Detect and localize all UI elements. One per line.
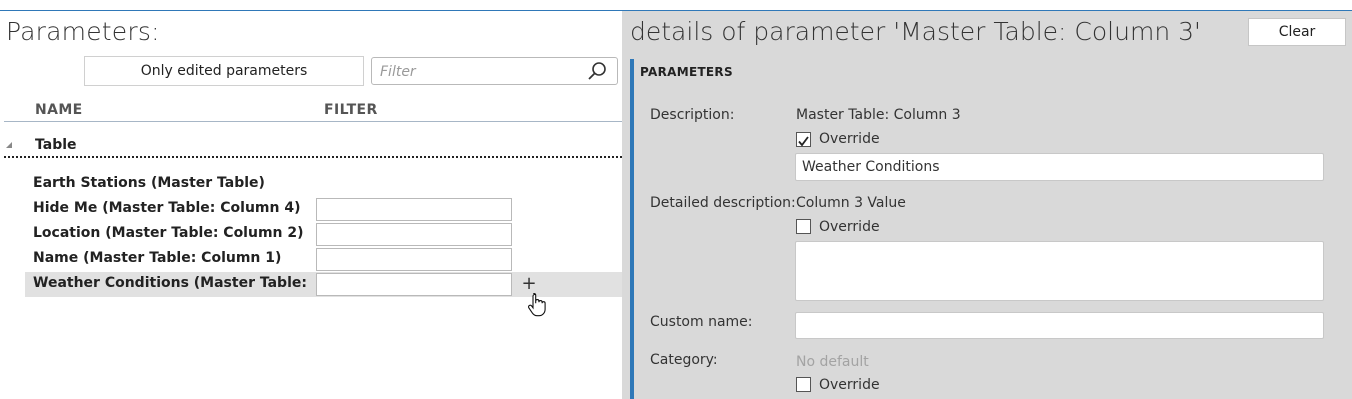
description-value: Master Table: Column 3	[796, 107, 961, 123]
parameter-row[interactable]: Location (Master Table: Column 2)	[25, 222, 622, 247]
custom-name-label: Custom name:	[650, 314, 753, 330]
custom-name-input[interactable]	[795, 312, 1324, 339]
hand-cursor-icon	[528, 292, 546, 317]
detailed-description-value: Column 3 Value	[796, 195, 906, 211]
details-title: details of parameter 'Master Table: Colu…	[630, 17, 1201, 46]
checkmark-icon	[798, 136, 809, 147]
filter-input[interactable]	[372, 58, 592, 86]
parameter-name: Weather Conditions (Master Table: Column…	[33, 275, 308, 291]
category-label: Category:	[650, 352, 718, 368]
category-override-checkbox[interactable]	[796, 377, 811, 392]
parameter-row[interactable]: Earth Stations (Master Table)	[25, 172, 622, 197]
description-label: Description:	[650, 107, 735, 123]
parameter-filter-input[interactable]	[316, 248, 512, 271]
parameter-name: Name (Master Table: Column 1)	[33, 250, 282, 266]
section-accent-bar	[630, 59, 634, 399]
header-divider	[4, 121, 622, 122]
column-header-name[interactable]: NAME	[35, 102, 83, 118]
detailed-description-override-checkbox[interactable]	[796, 219, 811, 234]
parameter-filter-input[interactable]	[316, 273, 512, 296]
group-header-table[interactable]: Table	[35, 137, 77, 153]
only-edited-parameters-button[interactable]: Only edited parameters	[84, 56, 364, 86]
detailed-description-label: Detailed description:	[650, 195, 796, 211]
detailed-description-textarea[interactable]	[795, 241, 1324, 301]
section-title-parameters: PARAMETERS	[640, 65, 733, 79]
group-divider	[4, 156, 622, 158]
parameter-filter-input[interactable]	[316, 223, 512, 246]
column-header-filter[interactable]: FILTER	[324, 102, 378, 118]
parameter-filter-input[interactable]	[316, 198, 512, 221]
parameter-row[interactable]: Hide Me (Master Table: Column 4)	[25, 197, 622, 222]
detailed-description-override-label[interactable]: Override	[819, 219, 880, 235]
search-icon[interactable]	[587, 61, 607, 81]
parameters-title: Parameters:	[6, 17, 160, 46]
description-override-label[interactable]: Override	[819, 131, 880, 147]
description-input[interactable]: Weather Conditions	[795, 153, 1324, 181]
category-value: No default	[796, 354, 869, 370]
parameter-name: Earth Stations (Master Table)	[33, 175, 265, 191]
clear-button[interactable]: Clear	[1248, 18, 1346, 46]
description-override-checkbox[interactable]	[796, 132, 811, 147]
parameters-list-panel: Parameters: Only edited parameters NAME …	[0, 11, 622, 399]
parameter-name: Hide Me (Master Table: Column 4)	[33, 200, 301, 216]
category-override-label[interactable]: Override	[819, 377, 880, 393]
parameter-details-panel: details of parameter 'Master Table: Colu…	[622, 11, 1352, 399]
collapse-triangle-icon[interactable]	[6, 142, 12, 148]
parameter-row[interactable]: Name (Master Table: Column 1)	[25, 247, 622, 272]
filter-search-box[interactable]	[371, 57, 618, 86]
parameter-name: Location (Master Table: Column 2)	[33, 225, 304, 241]
